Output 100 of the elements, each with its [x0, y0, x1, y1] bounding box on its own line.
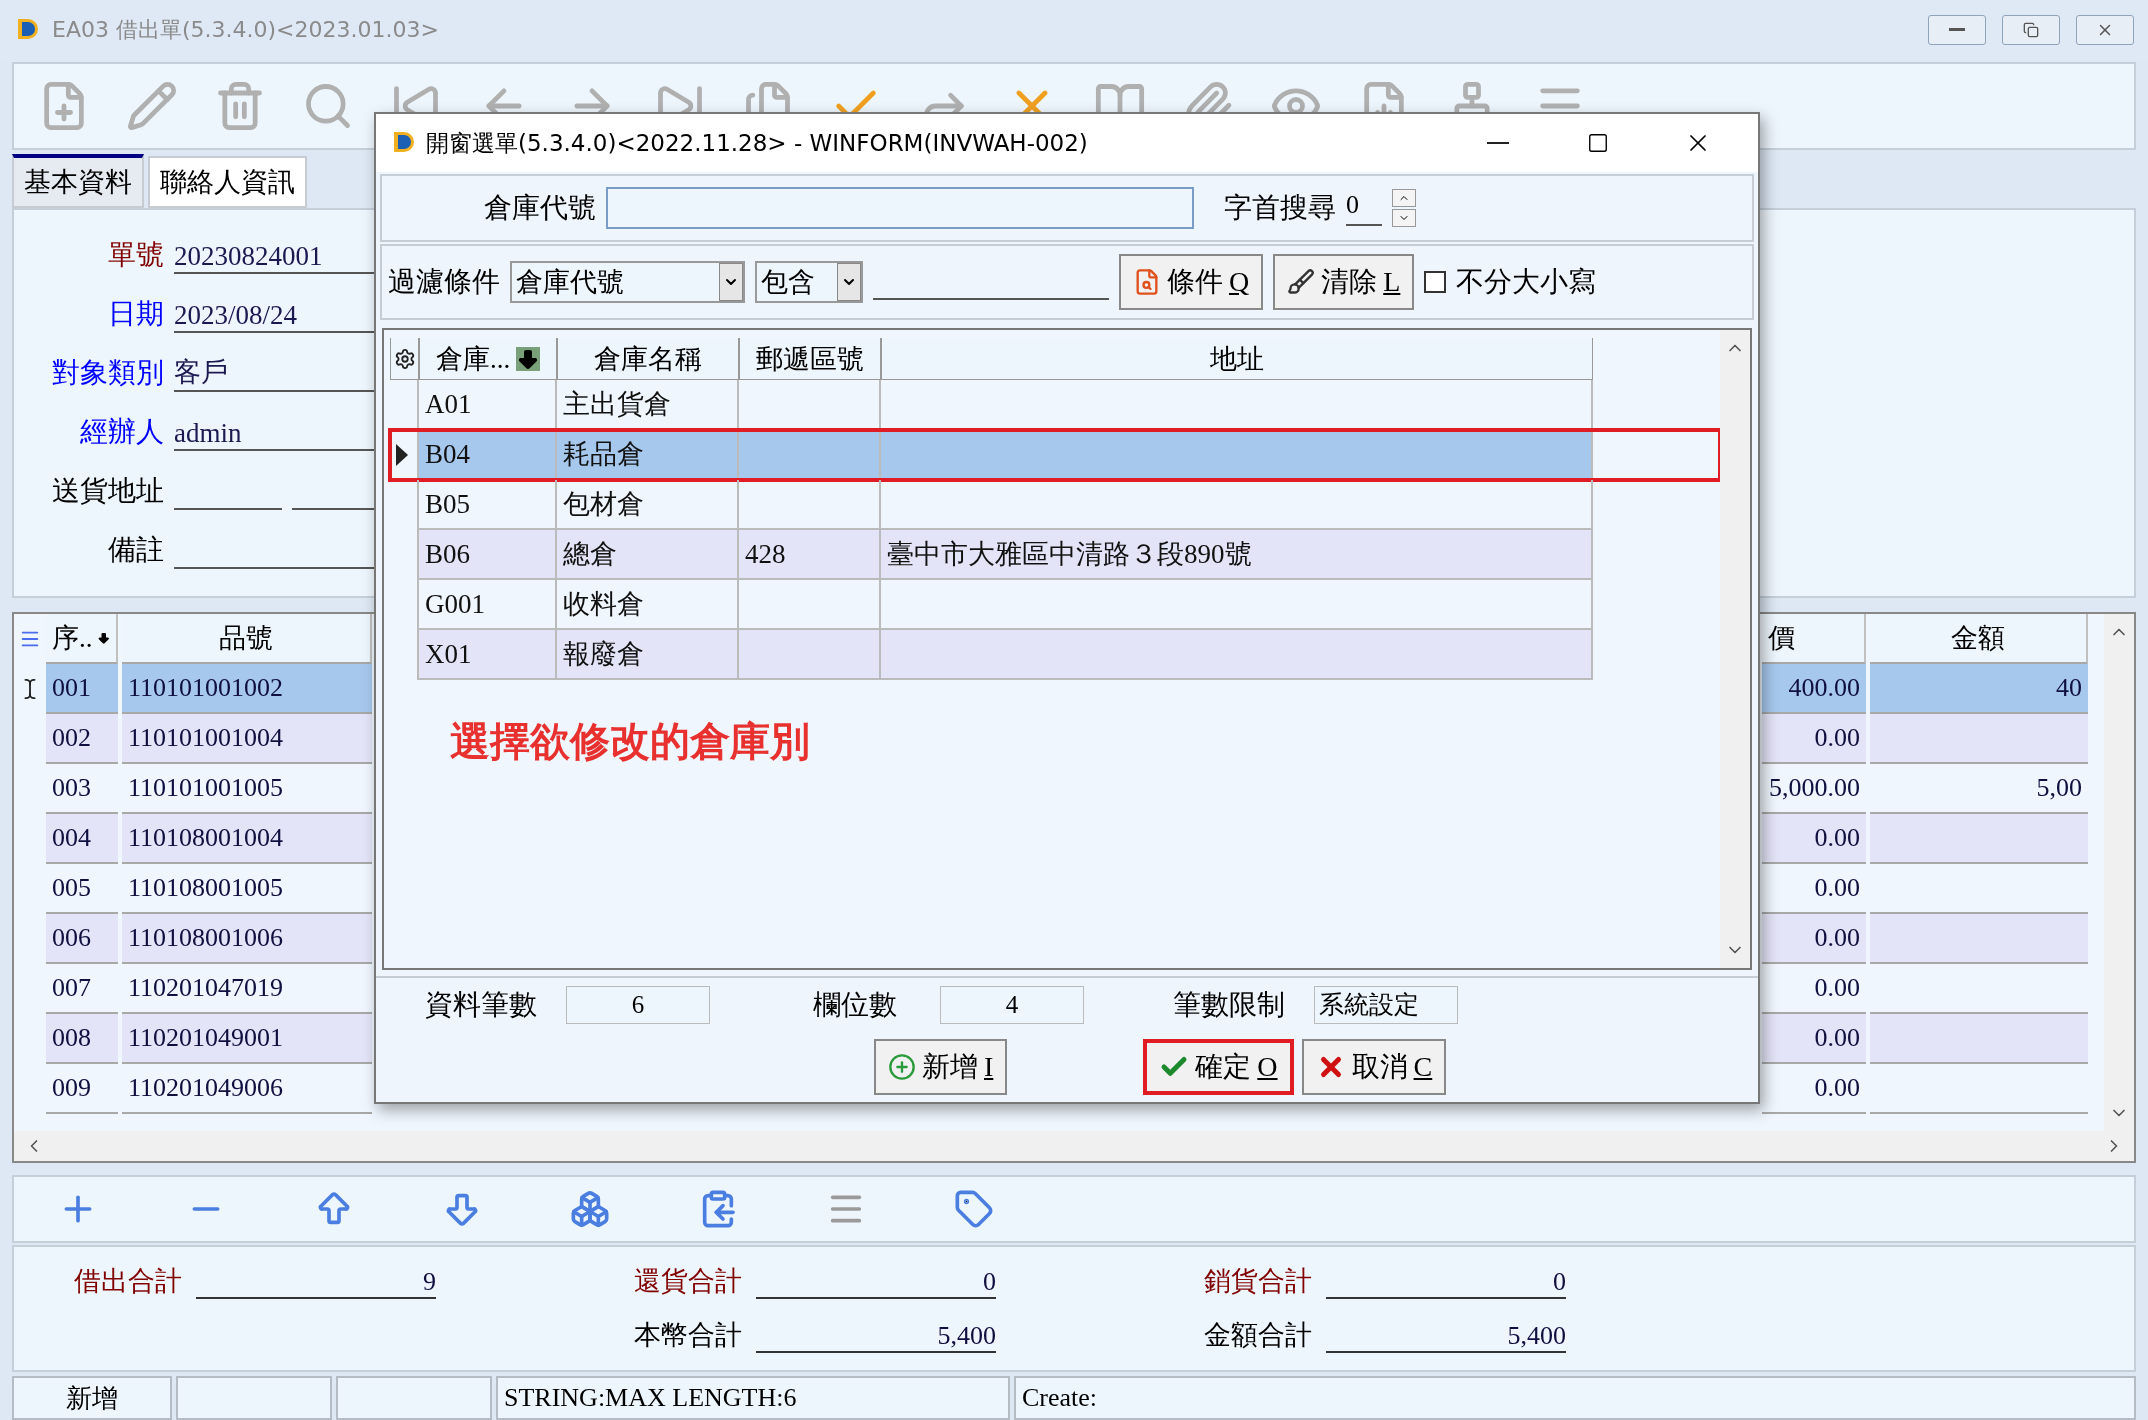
field-label: 經辦人: [79, 414, 164, 449]
table-cell: 總倉: [557, 530, 739, 580]
maximize-icon: [1587, 132, 1609, 154]
field-label: 字首搜尋: [1224, 191, 1336, 225]
table-cell: 110108001004: [122, 814, 372, 865]
tag-icon[interactable]: [954, 1188, 994, 1229]
row-pointer-icon: [396, 444, 408, 466]
column-header[interactable]: 金額: [1870, 614, 2088, 665]
field-label: 單號: [107, 237, 164, 272]
table-cell: 110201049006: [122, 1064, 372, 1115]
table-cell: 耗品倉: [557, 430, 739, 480]
column-header[interactable]: 價: [1762, 614, 1866, 665]
column-header[interactable]: 倉庫...: [419, 338, 557, 380]
dialog-button[interactable]: 取消 C: [1301, 1038, 1447, 1095]
horizontal-scrollbar[interactable]: [14, 1130, 2134, 1161]
minimize-button[interactable]: [1928, 14, 1986, 45]
table-cell: 002: [46, 714, 118, 765]
dialog-title: 開窗選單(5.3.4.0)<2022.11.28> - WINFORM(INVWAH-002): [426, 128, 1089, 158]
table-cell: 110201049001: [122, 1014, 372, 1065]
total-label: 金額合計: [1204, 1318, 1312, 1353]
total-value: 0: [756, 1267, 996, 1300]
plus-icon: [888, 1052, 916, 1081]
stat-value: 系統設定: [1314, 985, 1458, 1024]
table-cell: 110101001004: [122, 714, 372, 765]
minimize-icon: [1487, 142, 1509, 144]
sort-icon: [516, 346, 541, 371]
field-label: 對象類別: [51, 355, 164, 390]
table-cell: 0.00: [1762, 814, 1866, 865]
dropdown[interactable]: 包含: [755, 261, 863, 303]
spin-down-button[interactable]: [1392, 209, 1416, 227]
table-cell: 40: [1870, 664, 2088, 715]
tab[interactable]: 聯絡人資訊: [148, 155, 307, 208]
stat-label: 資料筆數: [424, 987, 538, 1022]
total-label: 還貨合計: [634, 1264, 742, 1299]
restore-icon: [2023, 21, 2039, 38]
status-mode: 新增: [12, 1376, 172, 1420]
column-header[interactable]: 品號: [122, 614, 372, 665]
table-cell: 0.00: [1762, 1064, 1866, 1115]
stat-label: 筆數限制: [1172, 987, 1286, 1022]
total-label: 銷貨合計: [1204, 1264, 1312, 1299]
minimize-icon: [1949, 28, 1965, 32]
table-cell: 0.00: [1762, 714, 1866, 765]
stat-value: 4: [940, 985, 1084, 1024]
table-cell: 報廢倉: [557, 630, 739, 680]
field-label: 備註: [107, 532, 164, 567]
filter-button[interactable]: 清除 L: [1273, 254, 1415, 310]
tab[interactable]: 基本資料: [12, 153, 144, 208]
table-cell: 428: [739, 530, 881, 580]
stat-label: 欄位數: [812, 987, 898, 1022]
spin-up-button[interactable]: [1392, 189, 1416, 207]
dialog-button[interactable]: 確定 O: [1143, 1038, 1294, 1095]
status-info: Create:: [1014, 1376, 2136, 1420]
table-cell: 006: [46, 914, 118, 965]
input-field[interactable]: [606, 187, 1194, 229]
field-label: 日期: [107, 296, 164, 331]
field-label: 送貨地址: [51, 473, 164, 508]
table-cell: 400.00: [1762, 664, 1866, 715]
column-header[interactable]: 郵遞區號: [739, 338, 881, 380]
vertical-scrollbar[interactable]: [1720, 330, 1750, 968]
table-cell: 0.00: [1762, 914, 1866, 965]
table-cell: 001: [46, 664, 118, 715]
table-cell: X01: [419, 630, 557, 680]
dialog-button[interactable]: 新增 I: [874, 1038, 1008, 1095]
table-cell: 009: [46, 1064, 118, 1115]
brush-icon: [1287, 268, 1316, 296]
total-value: 5,400: [1326, 1321, 1566, 1354]
table-cell: 主出貨倉: [557, 380, 739, 430]
number-field[interactable]: 0: [1346, 190, 1382, 226]
total-value: 5,400: [756, 1321, 996, 1354]
checkbox-label: 不分大小寫: [1456, 265, 1597, 299]
table-cell: 110101001002: [122, 664, 372, 715]
table-cell: 004: [46, 814, 118, 865]
total-value: 0: [1326, 1267, 1566, 1300]
gear-icon: [393, 347, 416, 370]
table-cell: 臺中市大雅區中清路３段890號: [881, 530, 1593, 580]
table-cell: 008: [46, 1014, 118, 1065]
table-cell: B06: [419, 530, 557, 580]
table-cell: 110108001006: [122, 914, 372, 965]
column-header[interactable]: 地址: [881, 338, 1593, 380]
filter-button[interactable]: 條件 Q: [1119, 254, 1264, 310]
status-message: STRING:MAX LENGTH:6: [496, 1376, 1010, 1420]
total-value: 9: [196, 1267, 436, 1300]
column-header[interactable]: 倉庫名稱: [557, 338, 739, 380]
total-label: 借出合計: [74, 1264, 182, 1299]
annotation-text: 選擇欲修改的倉庫別: [450, 717, 811, 766]
checkbox[interactable]: [1424, 271, 1447, 293]
window-title: EA03 借出單(5.3.4.0)<2023.01.03>: [52, 15, 440, 44]
column-settings[interactable]: [390, 338, 419, 380]
stat-value: 6: [566, 985, 710, 1024]
column-header[interactable]: 序..: [46, 614, 118, 665]
table-cell: A01: [419, 380, 557, 430]
field-label: 倉庫代號: [483, 191, 596, 225]
close-button[interactable]: [2076, 14, 2134, 45]
dropdown[interactable]: 倉庫代號: [510, 261, 745, 303]
restore-button[interactable]: [2002, 14, 2060, 45]
total-label: 本幣合計: [634, 1318, 742, 1353]
table-cell: B04: [419, 430, 557, 480]
boxes-icon[interactable]: [570, 1188, 610, 1229]
vertical-scrollbar[interactable]: [2104, 614, 2134, 1131]
table-cell: 0.00: [1762, 1014, 1866, 1065]
